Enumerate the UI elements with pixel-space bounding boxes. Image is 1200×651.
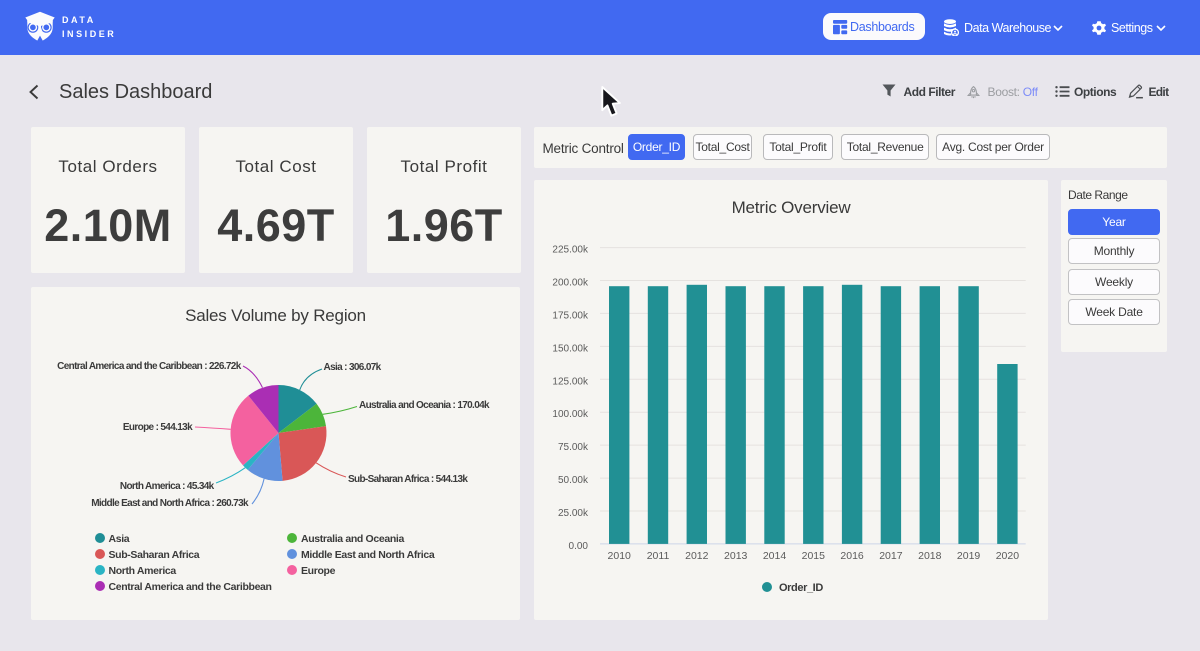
- svg-text:2020: 2020: [996, 550, 1020, 562]
- svg-text:225.00k: 225.00k: [552, 245, 589, 256]
- svg-text:25.00k: 25.00k: [558, 508, 589, 519]
- svg-text:2010: 2010: [608, 550, 632, 562]
- svg-text:2017: 2017: [879, 550, 903, 562]
- svg-text:175.00k: 175.00k: [552, 310, 589, 321]
- svg-text:2016: 2016: [840, 550, 864, 562]
- svg-text:2013: 2013: [724, 550, 748, 562]
- svg-text:2014: 2014: [763, 550, 787, 562]
- svg-text:2011: 2011: [647, 550, 670, 562]
- svg-text:2012: 2012: [685, 550, 709, 562]
- svg-text:150.00k: 150.00k: [552, 343, 589, 354]
- svg-text:75.00k: 75.00k: [558, 442, 589, 453]
- svg-text:200.00k: 200.00k: [552, 278, 589, 289]
- svg-text:50.00k: 50.00k: [558, 475, 589, 486]
- svg-text:2019: 2019: [957, 550, 981, 562]
- svg-text:100.00k: 100.00k: [552, 409, 589, 420]
- svg-text:Order_ID: Order_ID: [779, 582, 823, 594]
- svg-text:0.00: 0.00: [569, 541, 589, 552]
- svg-text:2018: 2018: [918, 550, 942, 562]
- svg-text:125.00k: 125.00k: [552, 376, 589, 387]
- svg-text:2015: 2015: [802, 550, 826, 562]
